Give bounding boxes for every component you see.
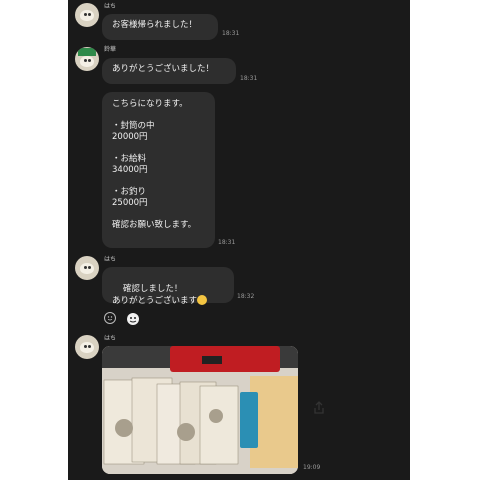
sender-name: はち xyxy=(104,335,117,342)
avatar[interactable] xyxy=(75,47,99,71)
message-bubble[interactable]: ありがとうございました！ xyxy=(102,58,236,84)
message-time: 19:09 xyxy=(303,464,321,471)
sender-name: 鈴華 xyxy=(104,46,117,53)
sticker-reaction-icon[interactable] xyxy=(126,311,140,325)
share-icon[interactable] xyxy=(311,400,327,416)
cash-photo-image xyxy=(102,346,298,474)
avatar[interactable] xyxy=(75,256,99,280)
sender-name: はち xyxy=(104,256,117,263)
add-reaction-icon[interactable] xyxy=(104,312,116,324)
avatar[interactable] xyxy=(75,3,99,27)
avatar[interactable] xyxy=(75,335,99,359)
message-bubble[interactable]: 確認しました！ ありがとうございます xyxy=(102,267,234,306)
message-text: 確認しました！ ありがとうございます xyxy=(112,284,198,306)
message-time: 18:31 xyxy=(240,75,258,82)
sender-name: はち xyxy=(104,3,117,10)
message-bubble[interactable]: お客様帰られました！ xyxy=(102,14,218,40)
photo-attachment[interactable] xyxy=(102,346,298,474)
relieved-face-icon xyxy=(197,295,208,305)
message-time: 18:32 xyxy=(237,293,255,300)
message-bubble[interactable]: こちらになります。 ・封筒の中 20000円 ・お給料 34000円 ・お釣り … xyxy=(102,92,215,248)
message-time: 18:31 xyxy=(218,239,236,246)
message-time: 18:31 xyxy=(222,30,240,37)
